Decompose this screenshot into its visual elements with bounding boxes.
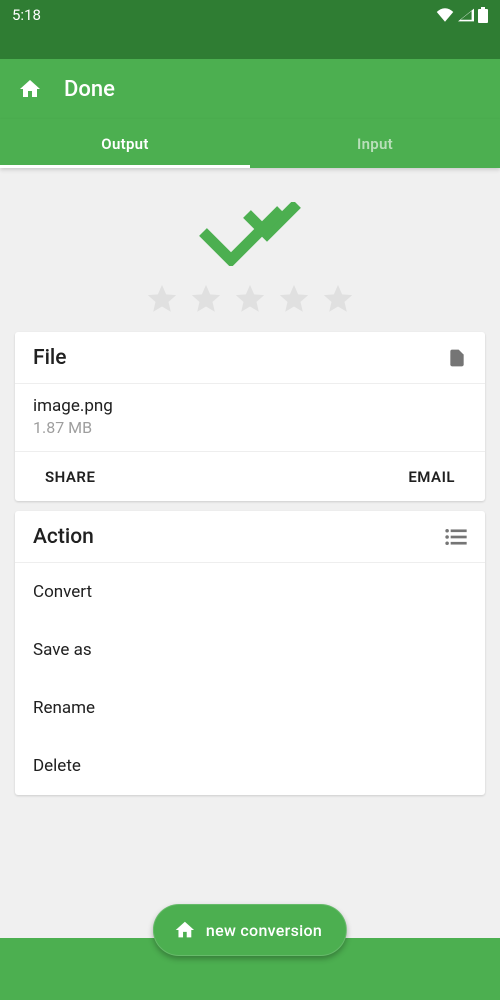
screen: 5:18 Done Output Input xyxy=(0,0,500,1000)
file-card: File image.png 1.87 MB SHARE EMAIL xyxy=(15,332,485,501)
file-actions-row: SHARE EMAIL xyxy=(15,451,485,501)
action-item-label: Convert xyxy=(33,582,92,602)
file-size: 1.87 MB xyxy=(33,418,467,437)
status-icons xyxy=(436,7,488,23)
signal-icon xyxy=(458,8,474,22)
tab-input-label: Input xyxy=(357,135,393,153)
action-item-label: Save as xyxy=(33,640,92,660)
star-icon[interactable] xyxy=(233,282,267,316)
list-icon xyxy=(445,529,467,545)
star-icon[interactable] xyxy=(321,282,355,316)
email-label: EMAIL xyxy=(408,468,455,486)
share-label: SHARE xyxy=(45,468,95,486)
action-list: Convert Save as Rename Delete xyxy=(15,563,485,795)
rating-stars[interactable] xyxy=(15,282,485,332)
new-conversion-button[interactable]: new conversion xyxy=(153,904,347,956)
file-card-header: File xyxy=(15,332,485,384)
file-icon xyxy=(447,347,467,369)
clock-text: 5:18 xyxy=(12,6,41,24)
action-item-label: Rename xyxy=(33,698,95,718)
tab-output[interactable]: Output xyxy=(0,119,250,168)
tabs: Output Input xyxy=(0,119,500,168)
done-check-icon xyxy=(15,168,485,282)
tab-output-label: Output xyxy=(101,135,148,153)
status-bar: 5:18 xyxy=(0,0,500,30)
file-name: image.png xyxy=(33,396,467,416)
star-icon[interactable] xyxy=(277,282,311,316)
action-save-as[interactable]: Save as xyxy=(15,621,485,679)
wifi-icon xyxy=(436,8,454,22)
star-icon[interactable] xyxy=(145,282,179,316)
file-info: image.png 1.87 MB xyxy=(15,384,485,451)
action-delete[interactable]: Delete xyxy=(15,737,485,795)
action-rename[interactable]: Rename xyxy=(15,679,485,737)
star-icon[interactable] xyxy=(189,282,223,316)
action-convert[interactable]: Convert xyxy=(15,563,485,621)
file-card-title: File xyxy=(33,346,67,370)
action-card: Action Convert Save as Rename Delete xyxy=(15,511,485,795)
home-icon xyxy=(174,919,196,941)
share-button[interactable]: SHARE xyxy=(15,452,250,501)
email-button[interactable]: EMAIL xyxy=(250,452,485,501)
action-item-label: Delete xyxy=(33,756,81,776)
content-area: File image.png 1.87 MB SHARE EMAIL Actio… xyxy=(0,168,500,795)
battery-icon xyxy=(478,7,488,23)
home-icon[interactable] xyxy=(18,77,42,101)
action-card-header: Action xyxy=(15,511,485,563)
page-title: Done xyxy=(64,77,115,102)
action-card-title: Action xyxy=(33,525,94,549)
new-conversion-label: new conversion xyxy=(206,921,322,940)
tab-input[interactable]: Input xyxy=(250,119,500,168)
status-bar-bg-extender xyxy=(0,30,500,59)
app-bar: Done xyxy=(0,59,500,119)
